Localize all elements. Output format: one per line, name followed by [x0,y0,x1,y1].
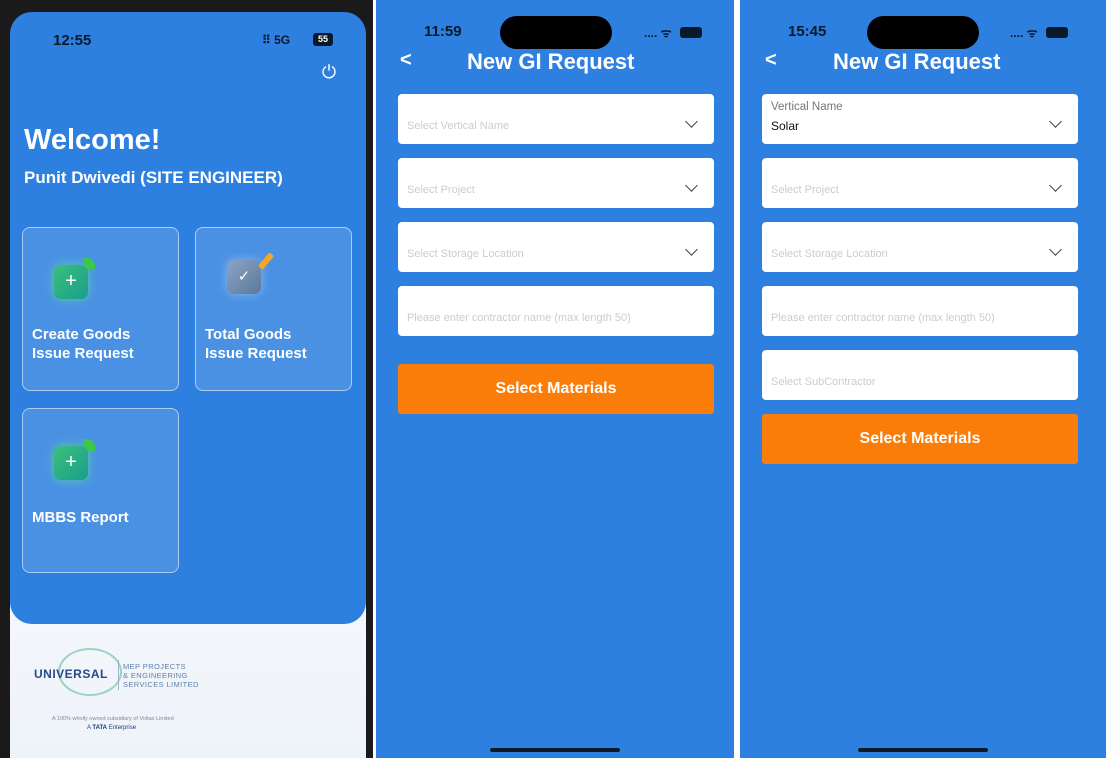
battery-icon [1046,27,1068,38]
chevron-down-icon [1049,179,1062,192]
back-button[interactable]: < [400,49,412,72]
chevron-down-icon [685,115,698,128]
back-button[interactable]: < [765,49,777,72]
total-goods-issue-card[interactable]: ✓ Total Goods Issue Request [195,227,352,391]
select-materials-button[interactable]: Select Materials [762,414,1078,464]
dynamic-island [500,16,612,49]
chevron-down-icon [1049,243,1062,256]
card-label: MBBS Report [32,509,129,526]
dynamic-island [867,16,979,49]
card-label: Total Goods Issue Request [205,326,307,362]
status-time: 12:55 [53,32,92,49]
chevron-down-icon [685,243,698,256]
project-select[interactable]: Select Project [762,158,1078,208]
plus-icon: + [54,439,95,480]
page-title: New GI Request [833,49,1001,74]
battery-icon [680,27,702,38]
wifi-icon: .... ᯤ [644,26,672,40]
storage-location-select[interactable]: Select Storage Location [398,222,714,272]
page-title: New GI Request [467,49,635,74]
battery-icon: 55 [313,33,333,46]
subcontractor-select[interactable]: Select SubContractor [762,350,1078,400]
chevron-down-icon [685,179,698,192]
tata-enterprise-mark: A TATA Enterprise [87,725,137,731]
home-indicator [858,748,988,752]
project-select[interactable]: Select Project [398,158,714,208]
wifi-icon: .... ᯤ [1010,26,1038,40]
storage-location-select[interactable]: Select Storage Location [762,222,1078,272]
chevron-down-icon [1049,115,1062,128]
card-label: Create Goods Issue Request [32,326,134,362]
checklist-icon: ✓ [227,252,275,294]
home-indicator [490,748,620,752]
vertical-select[interactable]: Vertical Name Solar [762,94,1078,144]
power-icon[interactable]: ⏻ [318,62,340,84]
network-indicator: ⠿ 5G [262,33,291,47]
vertical-select[interactable]: Select Vertical Name [398,94,714,144]
user-name: Punit Dwivedi (SITE ENGINEER) [24,168,283,187]
status-time: 11:59 [424,23,462,40]
contractor-name-input[interactable]: Please enter contractor name (max length… [398,286,714,336]
home-screen: 12:55 ⠿ 5G 55 ⏻ Welcome! Punit Dwivedi (… [0,0,373,758]
contractor-name-input[interactable]: Please enter contractor name (max length… [762,286,1078,336]
status-time: 15:45 [788,23,827,40]
mbbs-report-card[interactable]: + MBBS Report [22,408,179,573]
create-goods-issue-card[interactable]: + Create Goods Issue Request [22,227,179,391]
new-gi-request-filled: 15:45 .... ᯤ < New GI Request Vertical N… [740,0,1106,758]
company-logo: UNIVERSAL MEP PROJECTS & ENGINEERING SERVI… [30,648,220,696]
new-gi-request-empty: 11:59 .... ᯤ < New GI Request Select Ver… [376,0,734,758]
company-tagline: A 100% wholly owned subsidiary of Voltas… [52,716,174,722]
select-materials-button[interactable]: Select Materials [398,364,714,414]
welcome-heading: Welcome! [24,124,161,156]
plus-icon: + [54,258,95,299]
